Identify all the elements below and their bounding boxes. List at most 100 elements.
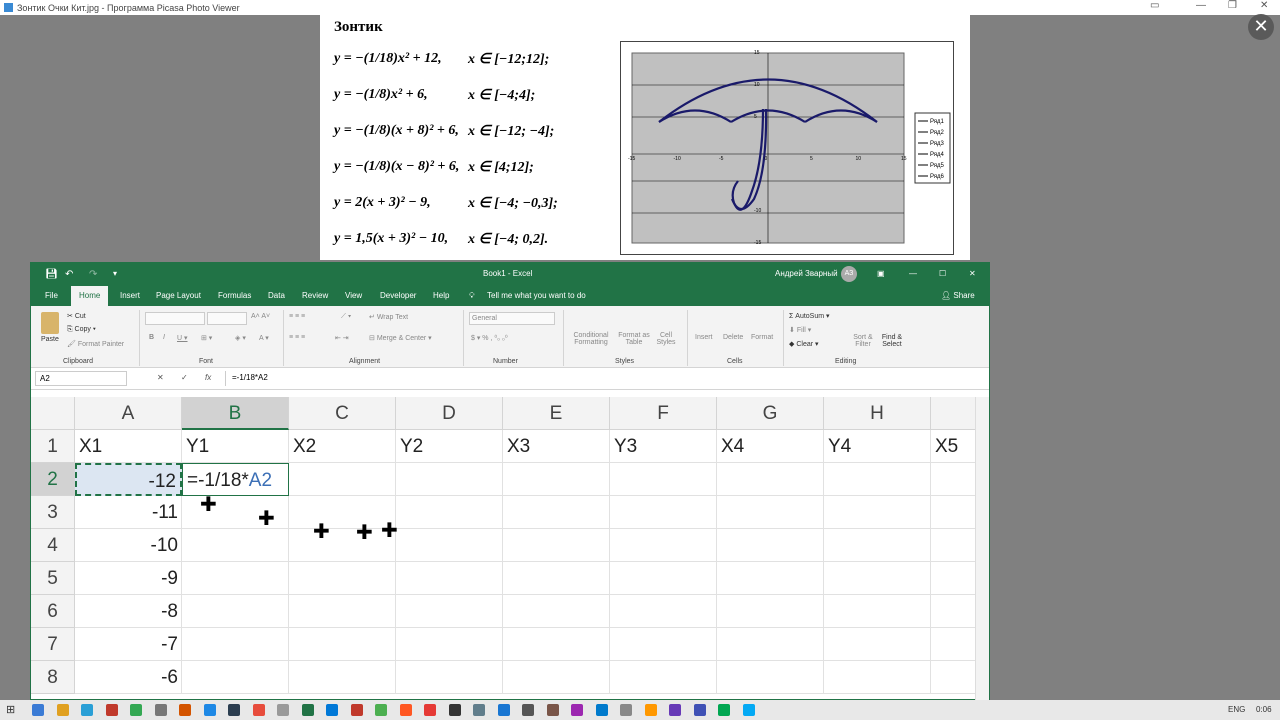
undo-icon[interactable]: ↶	[65, 269, 73, 280]
taskbar-app-icon[interactable]	[424, 704, 436, 716]
cell[interactable]	[396, 463, 503, 496]
taskbar-app-icon[interactable]	[326, 704, 338, 716]
clear-button[interactable]: ◆ Clear ▾	[789, 340, 819, 348]
taskbar-app-icon[interactable]	[130, 704, 142, 716]
taskbar-app-icon[interactable]	[350, 704, 363, 716]
column-header-b[interactable]: B	[182, 397, 289, 430]
taskbar-app-icon[interactable]	[56, 704, 69, 716]
cell[interactable]	[610, 661, 717, 694]
cell[interactable]	[289, 529, 396, 562]
tab-view[interactable]: View	[345, 291, 362, 300]
cell-b2-editing[interactable]: =-1/18*A2	[182, 463, 289, 496]
cell[interactable]	[396, 595, 503, 628]
cell[interactable]	[503, 562, 610, 595]
cell[interactable]	[717, 595, 824, 628]
cell[interactable]	[931, 496, 975, 529]
cell-header-y4[interactable]: Y4	[824, 430, 931, 463]
cell[interactable]	[503, 595, 610, 628]
select-all-corner[interactable]	[31, 397, 75, 430]
cell[interactable]	[717, 496, 824, 529]
cell-header-x1[interactable]: X1	[75, 430, 182, 463]
cell-a6[interactable]: -8	[75, 595, 182, 628]
font-name-select[interactable]	[145, 312, 205, 325]
cell-a8[interactable]: -6	[75, 661, 182, 694]
column-header-h[interactable]: H	[824, 397, 931, 430]
cell[interactable]	[610, 562, 717, 595]
cell-a7[interactable]: -7	[75, 628, 182, 661]
cell[interactable]	[182, 661, 289, 694]
taskbar-app-icon[interactable]	[252, 704, 265, 716]
format-painter-button[interactable]: 🖌︎ Format Painter	[67, 340, 124, 348]
italic-icon[interactable]: I	[163, 334, 165, 341]
maximize-button[interactable]: ☐	[939, 269, 946, 278]
tab-home[interactable]: Home	[71, 286, 109, 306]
row-header-6[interactable]: 6	[31, 595, 75, 628]
paste-button[interactable]: Paste	[41, 336, 59, 343]
find-select-button[interactable]: Find & Select	[877, 334, 907, 348]
cell[interactable]	[931, 562, 975, 595]
minimize-button[interactable]: —	[909, 269, 917, 278]
cell[interactable]	[289, 595, 396, 628]
taskbar-app-icon[interactable]	[105, 704, 118, 716]
cancel-icon[interactable]: ✕	[157, 373, 164, 382]
copy-button[interactable]: ⎘ Copy ▾	[67, 326, 96, 334]
cell[interactable]	[396, 529, 503, 562]
taskbar-app-icon[interactable]	[277, 704, 289, 716]
column-header-f[interactable]: F	[610, 397, 717, 430]
cell[interactable]	[931, 661, 975, 694]
row-header-8[interactable]: 8	[31, 661, 75, 694]
cell[interactable]	[824, 496, 931, 529]
redo-icon[interactable]: ↷	[89, 269, 97, 280]
windows-start-icon[interactable]: ⊞	[6, 703, 15, 716]
conditional-formatting-button[interactable]: Conditional Formatting	[569, 332, 613, 346]
cell-a2[interactable]: -12	[75, 463, 182, 496]
column-header-d[interactable]: D	[396, 397, 503, 430]
user-name[interactable]: Андрей Зварный	[775, 269, 838, 278]
paste-icon[interactable]	[41, 312, 59, 334]
tab-file[interactable]: File	[45, 291, 58, 300]
cell[interactable]	[289, 628, 396, 661]
taskbar-app-icon[interactable]	[522, 704, 534, 716]
tab-developer[interactable]: Developer	[380, 291, 416, 300]
cell[interactable]	[396, 661, 503, 694]
orientation-icon[interactable]: ⟋ ▾	[341, 313, 351, 321]
column-header-e[interactable]: E	[503, 397, 610, 430]
taskbar-app-icon[interactable]	[742, 704, 755, 716]
cell[interactable]	[182, 595, 289, 628]
row-header-7[interactable]: 7	[31, 628, 75, 661]
language-indicator[interactable]: ENG	[1228, 705, 1245, 714]
font-size-select[interactable]	[207, 312, 247, 325]
taskbar-app-icon[interactable]	[448, 704, 461, 716]
vertical-scrollbar[interactable]	[975, 397, 989, 701]
close-button[interactable]: ✕	[969, 269, 976, 278]
taskbar-app-icon[interactable]	[546, 704, 559, 716]
picasa-minimize-button[interactable]: —	[1196, 0, 1206, 11]
cell[interactable]	[610, 529, 717, 562]
tab-insert[interactable]: Insert	[120, 291, 140, 300]
enter-icon[interactable]: ✓	[181, 373, 188, 382]
tab-formulas[interactable]: Formulas	[218, 291, 251, 300]
cell[interactable]	[396, 496, 503, 529]
picasa-screen-icon[interactable]: ▭	[1150, 0, 1159, 11]
borders-icon[interactable]: ⊞ ▾	[201, 334, 212, 342]
picasa-maximize-button[interactable]: ❐	[1228, 0, 1237, 11]
picasa-close-button[interactable]: ✕	[1260, 0, 1268, 11]
cell[interactable]	[289, 496, 396, 529]
taskbar-app-icon[interactable]	[620, 704, 632, 716]
taskbar-app-icon[interactable]	[473, 704, 485, 716]
cell[interactable]	[503, 529, 610, 562]
number-format-select[interactable]: General	[469, 312, 555, 325]
cell[interactable]	[289, 463, 396, 496]
cell[interactable]	[503, 463, 610, 496]
taskbar-app-icon[interactable]	[32, 704, 44, 716]
cell[interactable]	[396, 628, 503, 661]
fill-button[interactable]: ⬇ Fill ▾	[789, 326, 811, 334]
taskbar-app-icon[interactable]	[497, 704, 510, 716]
taskbar-app-icon[interactable]	[571, 704, 583, 716]
formula-input[interactable]: =-1/18*A2	[225, 371, 985, 386]
cell[interactable]	[931, 595, 975, 628]
taskbar-app-icon[interactable]	[669, 704, 681, 716]
align-top-icons[interactable]: ≡ ≡ ≡	[289, 313, 305, 320]
cell-styles-button[interactable]: Cell Styles	[653, 332, 679, 346]
taskbar-app-icon[interactable]	[154, 704, 167, 716]
